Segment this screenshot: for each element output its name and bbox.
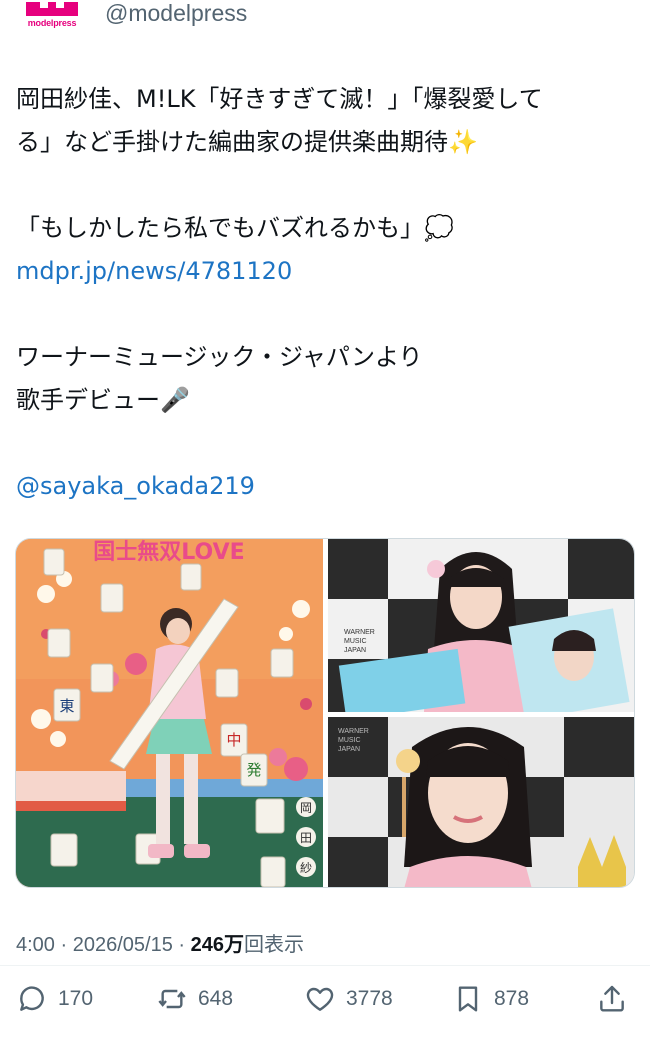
tweet-line: る」など手掛けた編曲家の提供楽曲期待✨	[16, 128, 478, 156]
tweet-line: 歌手デビュー🎤	[16, 386, 190, 414]
album-cover-art: 国士無双LOVE 東 中 発 岡 田 紗	[16, 539, 323, 887]
repost-icon	[158, 989, 186, 1009]
press-photo-1: WARNER MUSIC JAPAN	[328, 539, 634, 712]
warner-text: MUSIC	[338, 737, 361, 744]
view-count-label: 回表示	[244, 934, 305, 956]
name-char: 紗	[300, 861, 312, 875]
warner-text: WARNER	[338, 728, 369, 735]
heart-icon	[306, 987, 334, 1011]
reply-button[interactable]: 170	[16, 975, 93, 1023]
like-button[interactable]: 3778	[304, 975, 393, 1023]
bookmark-icon	[458, 986, 478, 1012]
tweet-text: 岡田紗佳、M!LK「好きすぎて滅！」「爆裂愛して る」など手掛けた編曲家の提供楽…	[16, 78, 636, 508]
logo-mark-icon	[26, 2, 78, 16]
tweet-time: 4:00	[16, 934, 55, 956]
warner-text: JAPAN	[338, 746, 360, 753]
photo-press-event-1[interactable]: WARNER MUSIC JAPAN	[328, 539, 634, 712]
meta-separator: ·	[60, 934, 68, 956]
tweet-meta: 4:00 · 2026/05/15 · 246万回表示	[16, 928, 304, 957]
tweet-mention[interactable]: @sayaka_okada219	[16, 465, 636, 508]
logo-text: modelpress	[27, 18, 77, 28]
tile-char: 中	[226, 731, 241, 749]
tweet-header: modelpress @modelpress	[0, 0, 650, 40]
tweet-date: 2026/05/15	[72, 934, 173, 956]
tile-char: 東	[59, 697, 74, 715]
tweet-line: ワーナーミュージック・ジャパンより	[16, 343, 423, 371]
repost-count: 648	[198, 987, 234, 1010]
warner-text: JAPAN	[344, 647, 366, 654]
meta-separator: ·	[178, 934, 186, 956]
press-photo-2: WARNER MUSIC JAPAN	[328, 717, 634, 887]
warner-text: MUSIC	[344, 638, 367, 645]
warner-text: WARNER	[344, 629, 375, 636]
media-grid: 国士無双LOVE 東 中 発 岡 田 紗 WARNER MUSIC JAPAN …	[15, 538, 635, 888]
bookmark-button[interactable]: 878	[452, 975, 529, 1023]
reply-count: 170	[58, 987, 94, 1010]
repost-button[interactable]: 648	[156, 975, 233, 1023]
album-title: 国士無双LOVE	[93, 539, 244, 565]
share-button[interactable]	[596, 975, 628, 1023]
bookmark-count: 878	[494, 987, 530, 1010]
tweet-link[interactable]: mdpr.jp/news/4781120	[16, 250, 636, 293]
share-icon	[600, 985, 624, 1012]
author-handle[interactable]: @modelpress	[105, 0, 247, 27]
tweet-line: 「もしかしたら私でもバズれるかも」💭	[16, 214, 454, 242]
photo-album-cover[interactable]: 国士無双LOVE 東 中 発 岡 田 紗	[16, 539, 323, 887]
actions-divider	[0, 965, 650, 966]
name-char: 田	[300, 831, 312, 845]
like-count: 3778	[346, 987, 393, 1010]
name-char: 岡	[300, 801, 312, 815]
view-count: 246万	[190, 934, 245, 956]
tile-char: 発	[246, 761, 261, 779]
photo-press-event-2[interactable]: WARNER MUSIC JAPAN	[328, 717, 634, 887]
tweet-actions: 170 648 3778 878	[0, 975, 650, 1023]
reply-icon	[20, 986, 44, 1011]
tweet-line: 岡田紗佳、M!LK「好きすぎて滅！」「爆裂愛して	[16, 85, 543, 113]
modelpress-logo[interactable]: modelpress	[24, 0, 80, 32]
